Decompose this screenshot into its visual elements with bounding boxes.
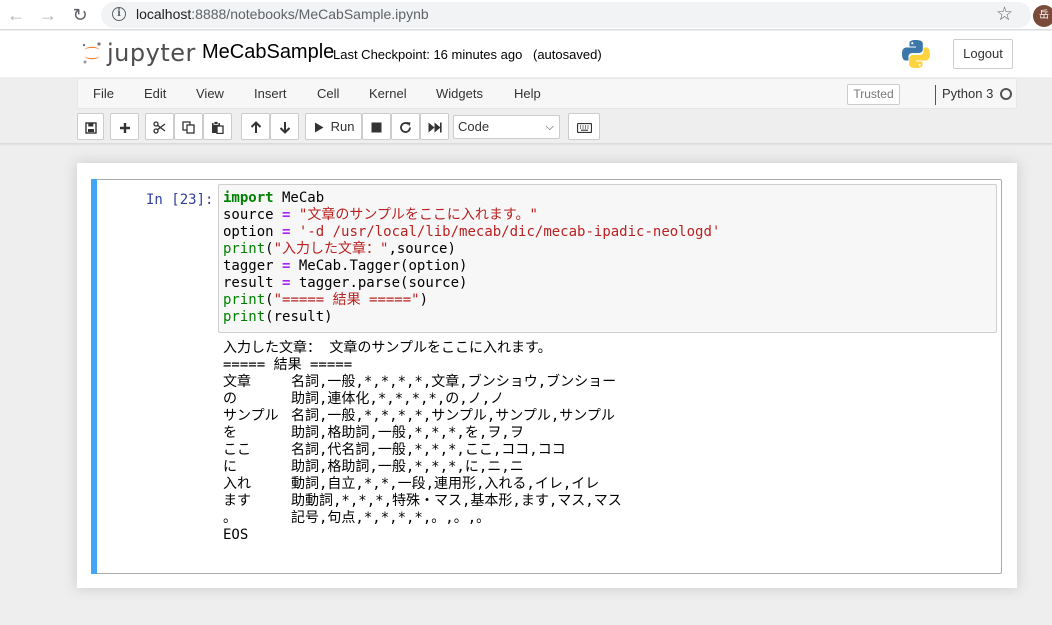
reload-icon[interactable]: ↻ [69,4,91,26]
move-up-button[interactable] [241,113,270,140]
output-line: 入力した文章： 文章のサンプルをここに入れます。 [223,340,552,356]
output-line: 文章 名詞,一般,*,*,*,*,文章,ブンショウ,ブンショー [223,374,617,390]
copy-icon [182,121,195,134]
profile-avatar[interactable]: 岳 [1033,5,1052,27]
fast-forward-icon [428,122,442,133]
save-button[interactable] [77,113,104,140]
copy-button[interactable] [174,113,203,140]
address-bar[interactable]: i localhost:8888/notebooks/MeCabSample.i… [101,2,1031,28]
menu-bar: File Edit View Insert Cell Kernel Widget… [77,78,1017,109]
output-line: サンプル 名詞,一般,*,*,*,*,サンプル,サンプル,サンプル [223,408,615,424]
output-line: に助詞,格助詞,一般,*,*,*,に,ニ,ニ [223,459,524,475]
header-divider [0,143,1052,146]
move-down-button[interactable] [270,113,299,140]
restart-button[interactable] [391,113,420,140]
cell-type-select[interactable]: Code ⌵ [453,115,560,139]
menu-widgets[interactable]: Widgets [436,86,483,101]
restart-icon [400,122,411,133]
save-icon [84,121,97,134]
scissors-icon [153,121,166,134]
url-path: :8888/notebooks/MeCabSample.ipynb [191,6,429,22]
insert-cell-button[interactable] [110,113,139,140]
output-line: ===== 結果 ===== [223,357,353,373]
notebook-name[interactable]: MeCabSample [202,41,334,64]
code-editor[interactable]: import MeCab source = "文章のサンプルをここに入れます。" o… [218,184,997,333]
output-line: 入れ 動詞,自立,*,*,一段,連用形,入れる,イレ,イレ [223,476,600,492]
output-line: を助詞,格助詞,一般,*,*,*,を,ヲ,ヲ [223,425,524,441]
output-line: ます 助動詞,*,*,*,特殊・マス,基本形,ます,マス,マス [223,493,622,509]
code-line: result = tagger.parse(source) [223,275,468,291]
python-logo-icon [902,40,930,68]
autosave-status: (autosaved) [533,47,602,62]
jupyter-wordmark: jupyter [107,39,196,67]
bookmark-star-icon[interactable]: ☆ [996,3,1013,26]
code-line: print("入力した文章：",source) [223,241,456,257]
code-line: import MeCab [223,190,325,206]
menu-insert[interactable]: Insert [254,86,287,101]
code-line: tagger = MeCab.Tagger(option) [223,258,468,274]
restart-run-all-button[interactable] [420,113,449,140]
forward-icon[interactable]: → [37,4,59,26]
code-line: print("===== 結果 =====") [223,292,429,308]
jupyter-header: jupyter MeCabSample Last Checkpoint: 16 … [0,31,1052,77]
checkpoint-status: Last Checkpoint: 16 minutes ago [333,47,523,62]
interrupt-button[interactable] [362,113,391,140]
code-line: source = "文章のサンプルをここに入れます。" [223,207,538,223]
menu-view[interactable]: View [196,86,224,101]
notebook-toolbar: Run Code ⌵ [77,113,1017,141]
code-line: print(result) [223,309,333,325]
stop-icon [371,122,382,133]
output-line: ここ 名詞,代名詞,一般,*,*,*,ここ,ココ,ココ [223,442,566,458]
kernel-name: Python 3 [935,85,993,105]
code-cell[interactable]: In [23]: import MeCab source = "文章のサンプルをこ… [91,179,1002,574]
keyboard-icon [576,122,592,133]
code-text[interactable]: import MeCab source = "文章のサンプルをここに入れます。" o… [223,190,720,326]
jupyter-logo[interactable]: jupyter [80,39,195,69]
menu-help[interactable]: Help [514,86,541,101]
arrow-up-icon [250,121,261,134]
cell-type-value: Code [458,119,490,134]
trusted-badge[interactable]: Trusted [847,84,900,105]
run-button[interactable]: Run [305,113,362,140]
menu-file[interactable]: File [93,86,114,101]
play-icon [315,122,324,133]
browser-toolbar: ← → ↻ i localhost:8888/notebooks/MeCabSa… [0,0,1052,30]
code-line: option = '-d /usr/local/lib/mecab/dic/me… [223,224,721,240]
jupyter-logo-icon [82,42,101,64]
menu-kernel[interactable]: Kernel [369,86,407,101]
logout-button[interactable]: Logout [953,39,1013,69]
kernel-status-icon [1000,88,1012,100]
chevron-down-icon: ⌵ [545,121,554,133]
url-text[interactable]: localhost:8888/notebooks/MeCabSample.ipy… [136,6,429,22]
back-icon[interactable]: ← [5,4,27,26]
arrow-down-icon [279,122,290,134]
menu-edit[interactable]: Edit [144,86,166,101]
paste-button[interactable] [203,113,232,140]
cut-button[interactable] [145,113,174,140]
cell-selection-bar [91,179,97,574]
command-palette-button[interactable] [568,113,600,140]
notebook-container: In [23]: import MeCab source = "文章のサンプルをこ… [77,163,1017,588]
cell-output: 入力した文章： 文章のサンプルをここに入れます。 ===== 結果 ===== 文章… [223,340,622,544]
input-prompt: In [23]: [146,192,214,208]
menu-cell[interactable]: Cell [317,86,339,101]
plus-icon [119,122,130,133]
output-line: EOS [223,527,249,543]
info-icon[interactable]: i [112,7,126,21]
paste-icon [212,121,224,135]
run-label: Run [330,119,355,134]
output-line: の助詞,連体化,*,*,*,*,の,ノ,ノ [223,391,505,407]
url-host: localhost [136,6,192,22]
output-line: 。記号,句点,*,*,*,*,。,。,。 [223,510,491,526]
